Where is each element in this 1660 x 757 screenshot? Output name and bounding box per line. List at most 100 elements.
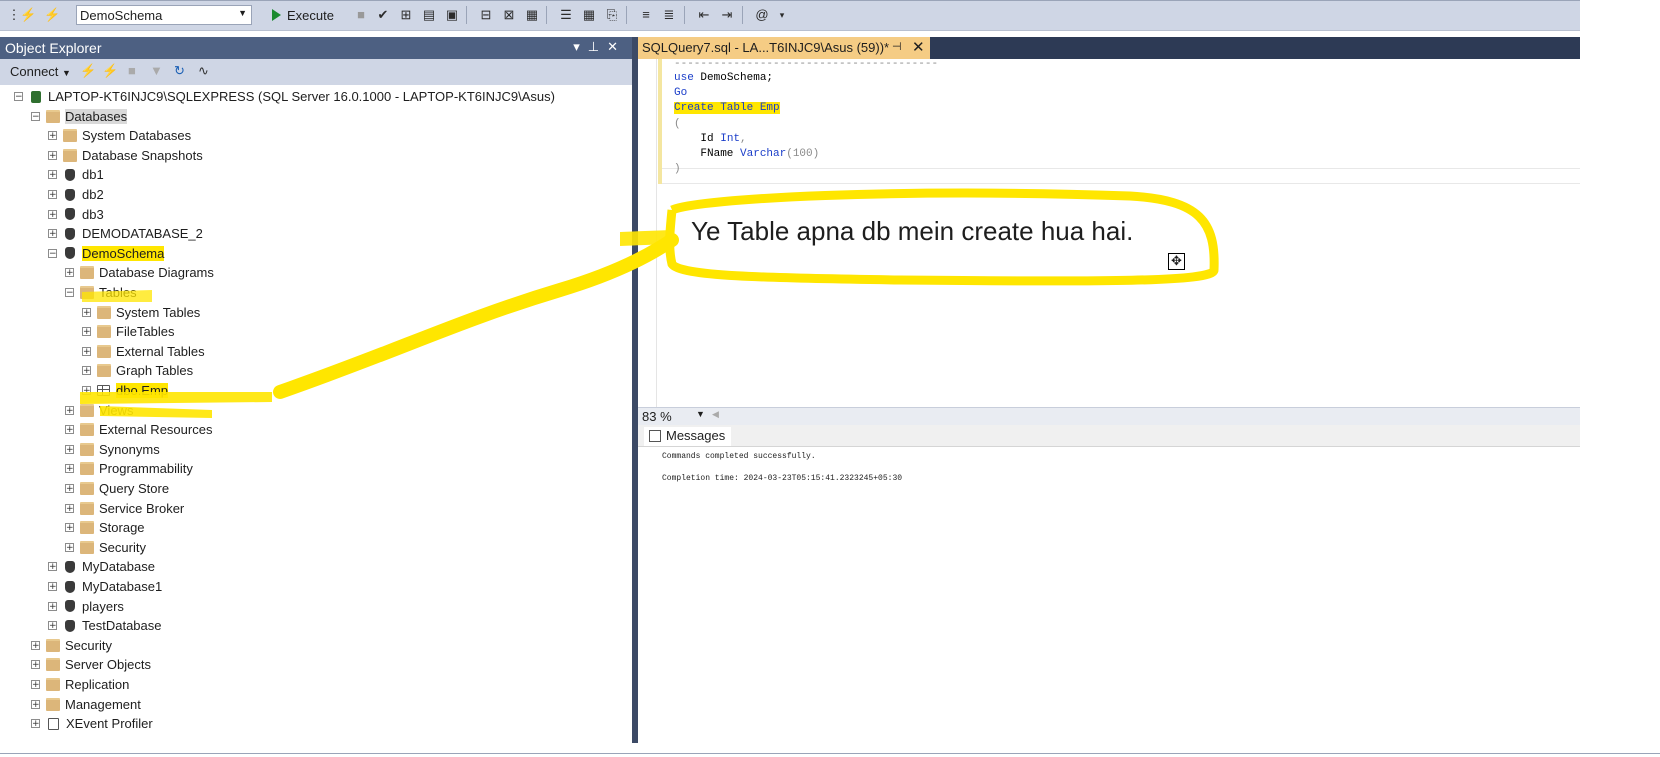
tree-node[interactable]: + Security [31,636,112,655]
tree-node[interactable]: + External Resources [65,420,212,439]
specify-values-icon[interactable]: @ [754,7,770,23]
expand-icon[interactable]: + [48,190,57,200]
expand-icon[interactable]: + [48,601,57,611]
tree-node[interactable]: + Graph Tables [82,361,193,380]
disconnect-icon[interactable]: ⚡ [44,7,60,23]
uncomment-icon[interactable]: ≣ [661,7,677,23]
filter-icon[interactable]: ▼ [150,63,163,78]
close-icon[interactable]: ✕ [912,38,925,56]
collapse-icon[interactable]: − [65,288,74,298]
expand-icon[interactable]: + [48,131,57,141]
tree-node[interactable]: + TestDatabase [48,616,162,635]
tree-node[interactable]: + DEMODATABASE_2 [48,224,203,243]
move-handle-icon[interactable]: ✥ [1168,253,1185,270]
tree-node[interactable]: + Synonyms [65,440,160,459]
expand-icon[interactable]: + [65,444,74,454]
expand-icon[interactable]: + [31,660,40,670]
refresh-icon[interactable]: ↻ [174,63,185,79]
tree-node[interactable]: + MyDatabase [48,557,155,576]
expand-icon[interactable]: + [82,327,91,337]
connect-button[interactable]: Connect ▼ [10,64,71,79]
tree-node[interactable]: + Service Broker [65,499,184,518]
tab-messages[interactable]: Messages [644,427,732,446]
expand-icon[interactable]: + [82,346,91,356]
tree-node[interactable]: + db2 [48,185,104,204]
query-plan-icon[interactable]: ⊞ [398,7,414,23]
tree-node[interactable]: + Management [31,695,141,714]
tree-node[interactable]: − LAPTOP-KT6INJC9\SQLEXPRESS (SQL Server … [14,87,555,106]
connect-plug-icon[interactable]: ⚡ [80,63,96,79]
tree-node[interactable]: + Storage [65,518,145,537]
execute-button[interactable]: Execute [272,5,334,25]
tree-node[interactable]: + FileTables [82,322,175,341]
tree-node[interactable]: + Server Objects [31,655,151,674]
toolbar-overflow-icon[interactable]: ▾ [774,7,790,23]
tree-node[interactable]: + Database Snapshots [48,146,203,165]
scroll-left-icon[interactable]: ◀ [712,409,719,420]
tree-node[interactable]: + System Tables [82,303,200,322]
display-plan-icon[interactable]: ⊟ [478,7,494,23]
close-icon[interactable]: ✕ [607,39,626,54]
results-file-output-icon[interactable]: ⎘ [604,7,620,23]
decrease-indent-icon[interactable]: ⇤ [696,7,712,23]
stop-icon[interactable]: ■ [353,7,369,23]
expand-icon[interactable]: + [48,170,57,180]
tree-node[interactable]: + db3 [48,205,104,224]
pin-icon[interactable]: ⊥ [588,39,607,54]
stop-icon[interactable]: ■ [128,63,136,78]
client-stats-icon[interactable]: ▦ [524,7,540,23]
database-select[interactable]: DemoSchema ▼ [76,5,252,25]
query-editor[interactable]: ----------------------------------------… [638,58,1580,407]
results-to-icon[interactable]: ▤ [421,7,437,23]
results-file-icon[interactable]: ▣ [444,7,460,23]
expand-icon[interactable]: + [65,425,74,435]
tree-node[interactable]: − Tables [65,283,137,302]
tree-node[interactable]: + System Databases [48,126,191,145]
tree-node[interactable]: + Views [65,401,133,420]
tree-node[interactable]: + Query Store [65,479,169,498]
tree-node[interactable]: + players [48,597,124,616]
collapse-icon[interactable]: − [48,248,57,258]
include-plan-icon[interactable]: ⊠ [501,7,517,23]
tree-node[interactable]: + Security [65,538,146,557]
collapse-icon[interactable]: − [14,92,23,102]
expand-icon[interactable]: + [65,405,74,415]
expand-icon[interactable]: + [65,484,74,494]
tree-node[interactable]: − Databases [31,107,128,126]
expand-icon[interactable]: + [65,523,74,533]
activity-monitor-icon[interactable]: ∿ [198,63,209,79]
disconnect-icon[interactable]: ⚡ [102,63,118,79]
expand-icon[interactable]: + [82,307,91,317]
tree-node[interactable]: + Replication [31,675,129,694]
expand-icon[interactable]: + [48,621,57,631]
expand-icon[interactable]: + [31,640,40,650]
expand-icon[interactable]: + [65,464,74,474]
tree-node[interactable]: + Database Diagrams [65,263,214,282]
tree-node[interactable]: + dbo.Emp [82,381,169,400]
expand-icon[interactable]: + [48,582,57,592]
expand-icon[interactable]: + [65,542,74,552]
results-grid-icon[interactable]: ▦ [581,7,597,23]
expand-icon[interactable]: + [31,699,40,709]
expand-icon[interactable]: + [65,503,74,513]
expand-icon[interactable]: + [48,209,57,219]
expand-icon[interactable]: + [48,562,57,572]
tree-node[interactable]: + External Tables [82,342,205,361]
expand-icon[interactable]: + [82,386,91,396]
tree-node[interactable]: + XEvent Profiler [31,714,153,733]
expand-icon[interactable]: + [82,366,91,376]
tree-node[interactable]: + MyDatabase1 [48,577,162,596]
expand-icon[interactable]: + [31,680,40,690]
annotation-textbox[interactable]: Ye Table apna db mein create hua hai. [691,216,1133,247]
expand-icon[interactable]: + [48,229,57,239]
tab-sqlquery7[interactable]: SQLQuery7.sql - LA...T6INJC9\Asus (59))*… [638,37,930,59]
expand-icon[interactable]: + [65,268,74,278]
comment-icon[interactable]: ≡ [638,7,654,23]
tree-node[interactable]: − DemoSchema [48,244,165,263]
dropdown-icon[interactable]: ▾ [573,39,588,54]
results-text-icon[interactable]: ☰ [558,7,574,23]
expand-icon[interactable]: + [31,719,40,729]
tree-node[interactable]: + Programmability [65,459,193,478]
expand-icon[interactable]: + [48,150,57,160]
connect-icon[interactable]: ⚡ [20,7,36,23]
